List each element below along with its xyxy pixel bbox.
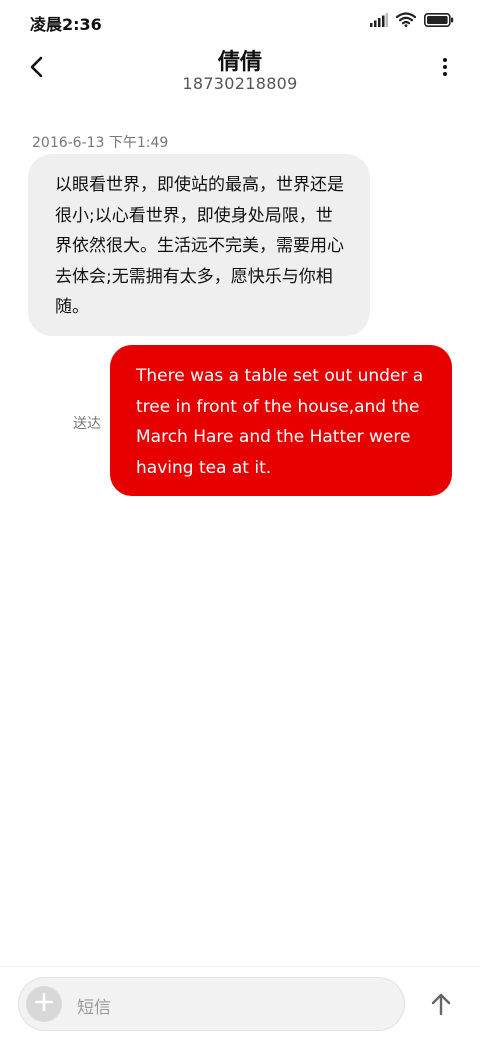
message-timestamp: 2016-6-13 下午1:49	[32, 135, 169, 151]
status-time: 凌晨2:36	[30, 15, 102, 34]
signal-icon	[370, 12, 388, 31]
outgoing-message-bubble[interactable]: There was a table set out under a tree i…	[110, 345, 452, 496]
status-bar: 凌晨2:36	[0, 0, 480, 40]
message-composer: 短信	[0, 966, 480, 1040]
arrow-up-icon	[431, 993, 451, 1019]
attach-button[interactable]	[26, 986, 62, 1022]
plus-icon	[34, 992, 54, 1015]
outgoing-message-text: There was a table set out under a tree i…	[136, 366, 424, 478]
contact-name: 倩倩	[217, 50, 262, 75]
incoming-message-bubble[interactable]: 以眼看世界，即使站的最高，世界还是很小;以心看世界，即使身处局限，世界依然很大。…	[28, 154, 370, 336]
incoming-message-text: 以眼看世界，即使站的最高，世界还是很小;以心看世界，即使身处局限，世界依然很大。…	[55, 175, 344, 317]
send-button[interactable]	[426, 991, 456, 1021]
message-input[interactable]: 短信	[18, 977, 405, 1031]
contact-phone-number: 18730218809	[182, 74, 298, 93]
conversation-header: 倩倩 18730218809	[0, 40, 480, 102]
message-input-placeholder: 短信	[77, 998, 111, 1018]
status-icons	[370, 11, 454, 31]
conversation-screen: 凌晨2:36 倩倩 18730218809 2016-6-13 下午1:49 以…	[0, 0, 480, 1040]
delivery-status: 送达	[73, 416, 101, 432]
wifi-icon	[395, 11, 417, 31]
battery-icon	[424, 12, 454, 31]
more-vertical-icon	[442, 57, 448, 81]
more-options-button[interactable]	[430, 54, 460, 84]
